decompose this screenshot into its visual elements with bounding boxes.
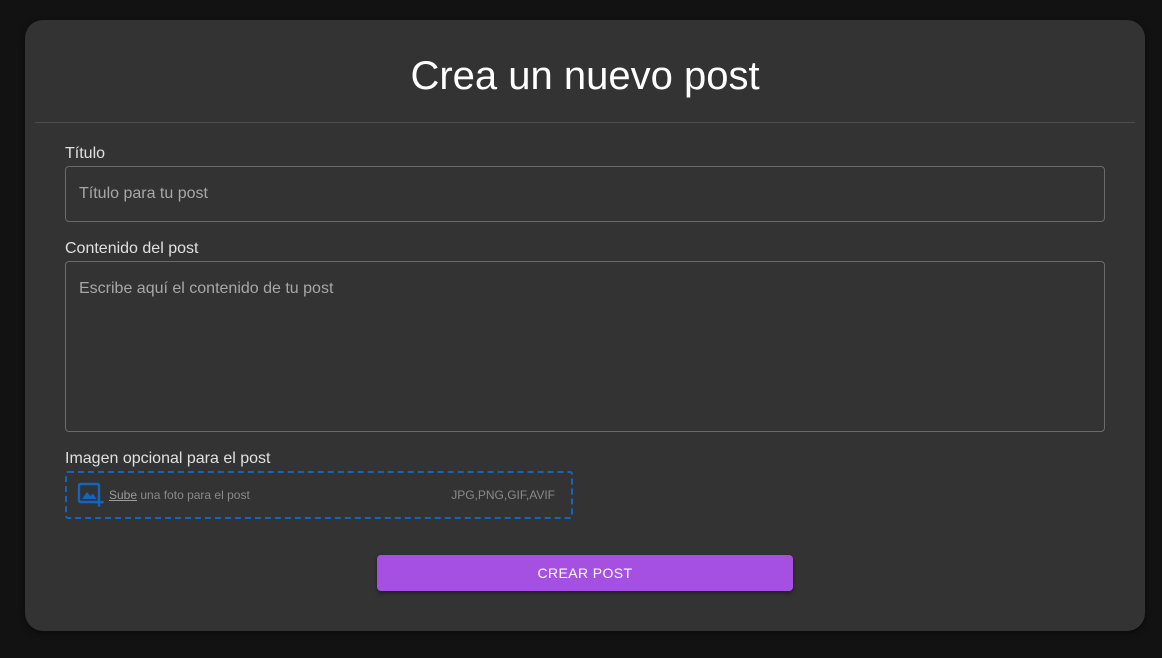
content-textarea[interactable] xyxy=(65,261,1105,432)
image-dropzone[interactable]: Sube una foto para el post JPG,PNG,GIF,A… xyxy=(65,471,573,519)
header-divider xyxy=(35,122,1135,123)
create-post-card: Crea un nuevo post Título Contenido del … xyxy=(25,20,1145,631)
accepted-types: JPG,PNG,GIF,AVIF xyxy=(451,488,555,502)
image-label: Imagen opcional para el post xyxy=(65,450,271,467)
title-label: Título xyxy=(65,145,106,162)
content-label: Contenido del post xyxy=(65,240,199,257)
dropzone-text: Sube una foto para el post xyxy=(109,488,250,502)
page-title: Crea un nuevo post xyxy=(410,54,760,98)
create-post-button[interactable]: CREAR POST xyxy=(377,555,793,591)
add-photo-icon xyxy=(77,481,105,509)
upload-link[interactable]: Sube xyxy=(109,488,137,502)
title-input[interactable] xyxy=(65,166,1105,222)
upload-hint: una foto para el post xyxy=(137,488,250,502)
